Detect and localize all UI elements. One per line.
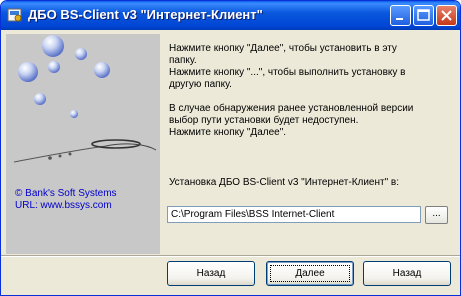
installer-window: ДБО BS-Client v3 "Интернет-Клиент" © Ban… <box>0 0 461 296</box>
divider-highlight <box>1 256 460 257</box>
bubbles-illustration <box>13 35 157 163</box>
back-button-label: Назад <box>196 268 226 279</box>
focus-rect <box>270 265 350 282</box>
maximize-icon <box>417 9 430 21</box>
next-button[interactable]: Далее <box>266 261 354 286</box>
cancel-button[interactable]: Назад <box>363 261 451 286</box>
instruction-line: В случае обнаружения ранее установленной… <box>169 103 414 114</box>
instruction-line: выбор пути установки будет недоступен. <box>169 115 359 126</box>
banner-image: © Bank's Soft Systems URL: www.bssys.com <box>6 34 160 254</box>
instruction-line: Нажмите кнопку "Далее", чтобы установить… <box>169 43 397 54</box>
copyright-line: © Bank's Soft Systems <box>15 188 117 199</box>
minimize-icon <box>396 18 403 20</box>
instruction-line: другую папку. <box>169 79 232 90</box>
app-icon <box>7 7 23 23</box>
close-button[interactable] <box>436 5 457 26</box>
close-icon <box>441 10 452 21</box>
copyright-text: © Bank's Soft Systems URL: www.bssys.com <box>15 188 117 212</box>
install-label: Установка ДБО BS-Client v3 "Интернет-Кли… <box>169 177 400 188</box>
title-bar[interactable]: ДБО BS-Client v3 "Интернет-Клиент" <box>1 1 460 30</box>
maximize-button[interactable] <box>413 5 434 26</box>
minimize-button[interactable] <box>390 5 411 26</box>
instruction-line: папку. <box>169 55 197 66</box>
browse-button[interactable]: ... <box>425 206 448 224</box>
instruction-line: Нажмите кнопку "Далее". <box>169 127 287 138</box>
url-line: URL: www.bssys.com <box>15 200 112 211</box>
back-button[interactable]: Назад <box>167 261 255 286</box>
instruction-line: Нажмите кнопку "...", чтобы выполнить ус… <box>169 67 406 78</box>
install-path-field[interactable]: C:\Program Files\BSS Internet-Client <box>167 206 421 223</box>
cancel-button-label: Назад <box>392 268 422 279</box>
instructions: Нажмите кнопку "Далее", чтобы установить… <box>169 43 454 139</box>
window-title: ДБО BS-Client v3 "Интернет-Клиент" <box>28 7 263 22</box>
